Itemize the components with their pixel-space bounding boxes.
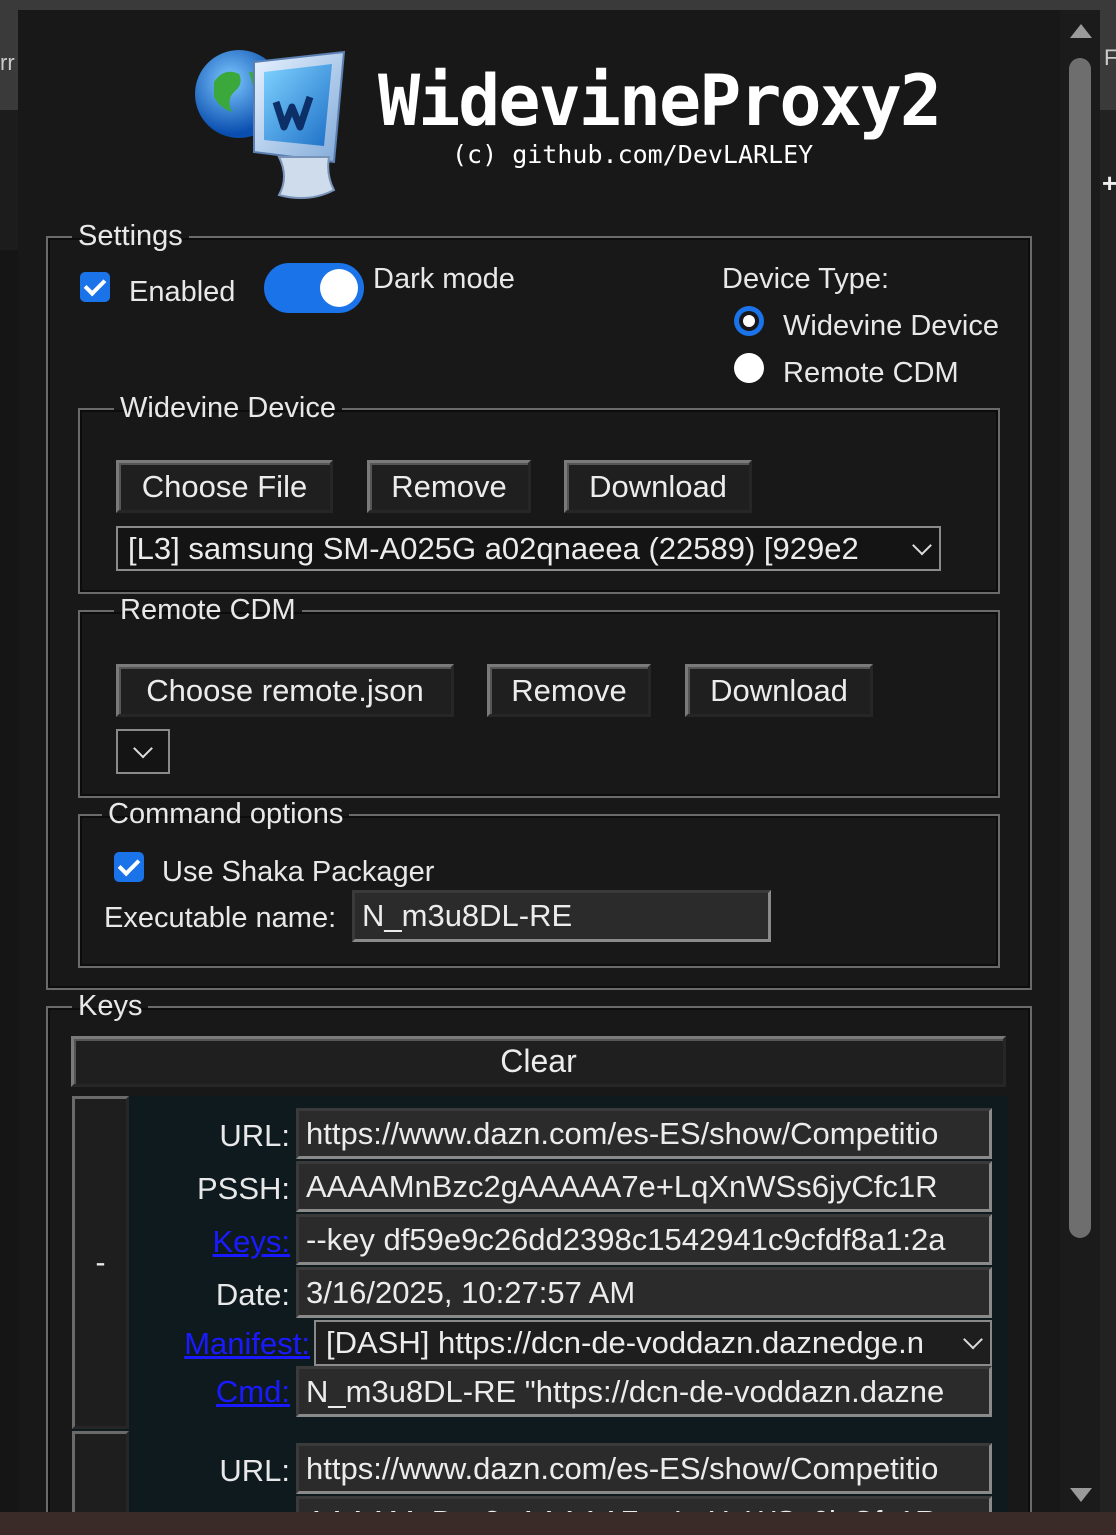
keys-legend: Keys bbox=[78, 990, 143, 1022]
enabled-label: Enabled bbox=[129, 276, 236, 308]
dark-mode-label: Dark mode bbox=[373, 263, 515, 295]
command-options-legend: Command options bbox=[108, 798, 344, 830]
date-label: Date: bbox=[215, 1277, 290, 1312]
remove-entry-button[interactable]: - bbox=[72, 1096, 129, 1429]
scroll-down-arrow-icon[interactable] bbox=[1070, 1488, 1092, 1502]
use-shaka-checkbox[interactable] bbox=[114, 852, 144, 882]
pssh-label: PSSH: bbox=[178, 1508, 290, 1512]
widevine-logo-icon bbox=[195, 50, 346, 200]
app-subtitle: (c) github.com/DevLARLEY bbox=[452, 140, 814, 169]
use-shaka-label: Use Shaka Packager bbox=[162, 856, 435, 888]
enabled-checkbox[interactable] bbox=[80, 272, 110, 302]
extension-popup: WidevineProxy2 (c) github.com/DevLARLEY … bbox=[18, 10, 1100, 1512]
download-device-button[interactable]: Download bbox=[564, 460, 752, 513]
manifest-select-value: [DASH] https://dcn-de-voddazn.daznedge.n bbox=[326, 1325, 924, 1360]
choose-remote-json-button[interactable]: Choose remote.json bbox=[116, 664, 454, 717]
app-title: WidevineProxy2 bbox=[378, 60, 942, 142]
settings-legend: Settings bbox=[78, 220, 183, 252]
radio-widevine-device-label[interactable]: Widevine Device bbox=[783, 312, 999, 341]
chevron-down-icon bbox=[912, 535, 932, 555]
background-tab-text-right: F bbox=[1104, 45, 1116, 70]
executable-name-label: Executable name: bbox=[104, 902, 337, 934]
popup-scrollbar[interactable] bbox=[1060, 10, 1100, 1512]
device-select-value: [L3] samsung SM-A025G a02qnaeea (22589) … bbox=[128, 530, 859, 566]
choose-file-button[interactable]: Choose File bbox=[116, 460, 333, 513]
new-tab-icon[interactable]: + bbox=[1102, 168, 1116, 199]
cmd-link[interactable]: Cmd: bbox=[178, 1376, 290, 1407]
download-remote-button[interactable]: Download bbox=[685, 664, 873, 717]
browser-top-bar bbox=[0, 0, 1116, 10]
url-label: URL: bbox=[219, 1118, 290, 1153]
cmd-field[interactable]: N_m3u8DL-RE "https://dcn-de-voddazn.dazn… bbox=[296, 1366, 992, 1417]
keys-field[interactable]: --key df59e9c26dd2398c1542941c9cfdf8a1:2… bbox=[296, 1214, 992, 1265]
manifest-select[interactable]: [DASH] https://dcn-de-voddazn.daznedge.n bbox=[314, 1320, 992, 1366]
pssh-field[interactable]: AAAAMnBzc2gAAAAA7e+LqXnWSs6jyCfc1R bbox=[296, 1161, 992, 1212]
remote-cdm-select[interactable] bbox=[116, 729, 170, 774]
radio-widevine-device[interactable] bbox=[734, 306, 764, 336]
pssh-label: PSSH: bbox=[196, 1171, 290, 1206]
background-page-left: rr bbox=[0, 0, 18, 1535]
remove-entry-button[interactable] bbox=[72, 1431, 129, 1512]
url-field[interactable]: https://www.dazn.com/es-ES/show/Competit… bbox=[296, 1108, 992, 1159]
widevine-device-legend: Widevine Device bbox=[120, 392, 336, 424]
radio-remote-cdm[interactable] bbox=[734, 353, 764, 383]
executable-name-input[interactable]: N_m3u8DL-RE bbox=[352, 890, 771, 942]
keys-link[interactable]: Keys: bbox=[178, 1226, 290, 1257]
remote-cdm-legend: Remote CDM bbox=[120, 594, 296, 626]
pssh-field[interactable]: AAAAMnBzc2gAAAAA7e+LqXnWSs6jyCfc1R bbox=[296, 1496, 992, 1512]
scroll-up-arrow-icon[interactable] bbox=[1070, 24, 1092, 38]
url-label: URL: bbox=[219, 1453, 290, 1488]
scroll-thumb[interactable] bbox=[1069, 58, 1091, 1238]
background-page-bottom bbox=[0, 1512, 1116, 1535]
chevron-down-icon bbox=[963, 1329, 983, 1350]
remove-device-button[interactable]: Remove bbox=[367, 460, 531, 513]
remove-remote-button[interactable]: Remove bbox=[487, 664, 651, 717]
clear-keys-button[interactable]: Clear bbox=[71, 1036, 1006, 1087]
background-tab-text: rr bbox=[0, 50, 15, 75]
device-select[interactable]: [L3] samsung SM-A025G a02qnaeea (22589) … bbox=[116, 526, 941, 571]
dark-mode-toggle[interactable] bbox=[264, 263, 364, 313]
url-field[interactable]: https://www.dazn.com/es-ES/show/Competit… bbox=[296, 1443, 992, 1494]
background-page-right: F + bbox=[1100, 0, 1116, 1535]
device-type-label: Device Type: bbox=[722, 263, 890, 295]
manifest-link[interactable]: Manifest: bbox=[168, 1328, 310, 1359]
radio-remote-cdm-label[interactable]: Remote CDM bbox=[783, 359, 959, 388]
chevron-down-icon bbox=[133, 738, 153, 758]
date-field[interactable]: 3/16/2025, 10:27:57 AM bbox=[296, 1267, 992, 1318]
